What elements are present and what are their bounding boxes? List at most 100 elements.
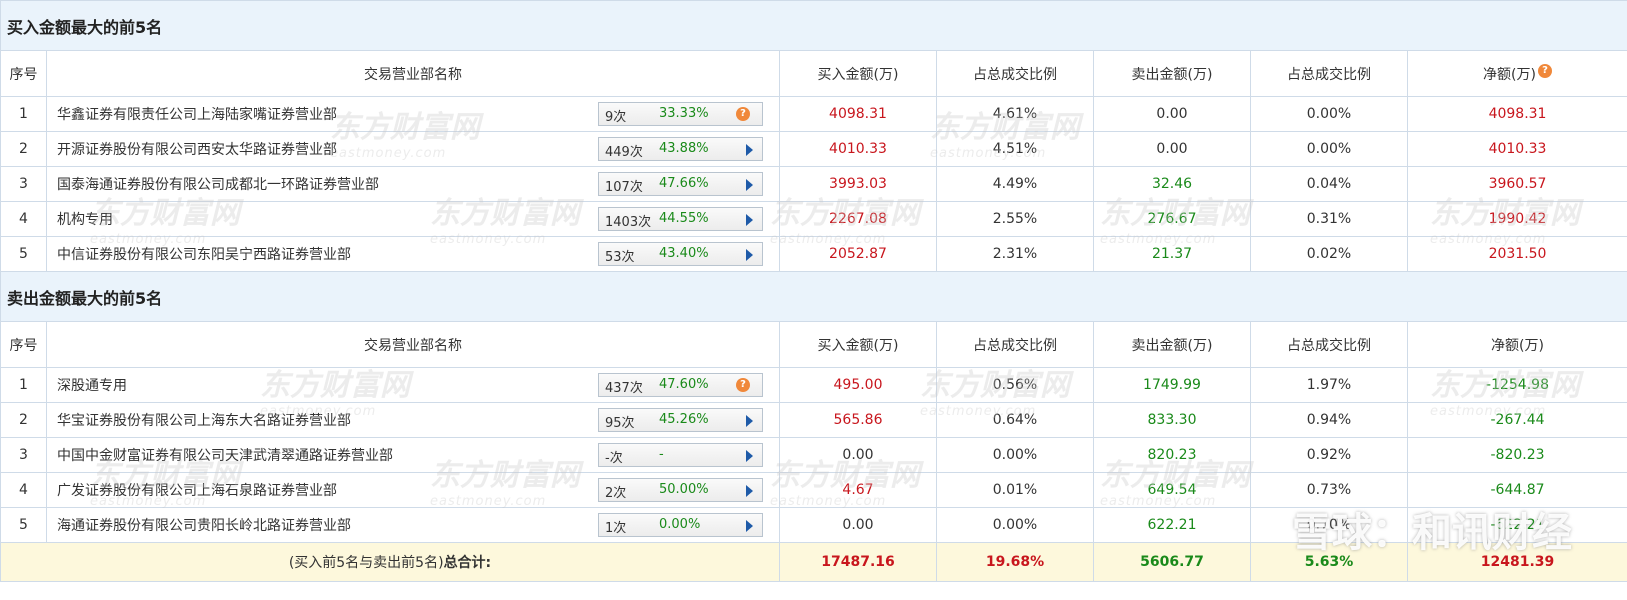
row-seq: 4 bbox=[0, 201, 47, 237]
question-icon[interactable]: ? bbox=[736, 378, 750, 392]
listing-count: 53次 bbox=[605, 250, 635, 265]
column-header: 占总成交比例 bbox=[1250, 50, 1408, 97]
total-buy: 17487.16 bbox=[779, 542, 937, 582]
column-header: 序号 bbox=[0, 50, 47, 97]
table-row: 4 机构专用 1403次 44.55% 2267.08 2.55% 276.67 0.31% 1… bbox=[0, 201, 1627, 237]
branch-stat-button[interactable]: 9次 33.33%? bbox=[598, 102, 763, 126]
branch-name-cell: 机构专用 1403次 44.55% bbox=[46, 201, 780, 237]
column-header: 占总成交比例 bbox=[1250, 321, 1408, 368]
section-title-row: 买入金额最大的前5名 bbox=[0, 0, 1627, 51]
branch-name-cell: 华鑫证券有限责任公司上海陆家嘴证券营业部 9次 33.33%? bbox=[46, 96, 780, 132]
branch-name-link[interactable]: 广发证券股份有限公司上海石泉路证券营业部 bbox=[53, 480, 337, 500]
branch-name-link[interactable]: 中国中金财富证券有限公司天津武清翠通路证券营业部 bbox=[53, 445, 393, 465]
expand-arrow-icon[interactable] bbox=[746, 415, 753, 427]
buy-amount: 0.00 bbox=[779, 437, 937, 473]
buy-ratio: 0.01% bbox=[936, 472, 1094, 508]
column-header: 卖出金额(万) bbox=[1093, 321, 1251, 368]
success-rate: 33.33% bbox=[659, 106, 709, 121]
branch-stat-button[interactable]: 449次 43.88% bbox=[598, 137, 763, 161]
success-rate: 44.55% bbox=[659, 211, 709, 226]
column-header: 交易营业部名称 bbox=[46, 321, 780, 368]
table-row: 3 国泰海通证券股份有限公司成都北一环路证券营业部 107次 47.66% 3993.0… bbox=[0, 166, 1627, 202]
lhb-table: 买入金额最大的前5名 序号 交易营业部名称 买入金额(万) 占总成交比例 卖出金额(万) 占… bbox=[0, 0, 1627, 582]
table-row: 1 华鑫证券有限责任公司上海陆家嘴证券营业部 9次 33.33%? 4098.31 4.6… bbox=[0, 96, 1627, 132]
net-amount: -622.21 bbox=[1406, 507, 1627, 543]
buy-amount: 4.67 bbox=[779, 472, 937, 508]
sell-amount: 1749.99 bbox=[1093, 367, 1251, 403]
listing-count: 2次 bbox=[605, 486, 627, 501]
buy-amount: 4098.31 bbox=[779, 96, 937, 132]
branch-stat-button[interactable]: 95次 45.26% bbox=[598, 408, 763, 432]
question-icon[interactable]: ? bbox=[736, 107, 750, 121]
buy-ratio: 2.31% bbox=[936, 236, 1094, 272]
sell-amount: 833.30 bbox=[1093, 402, 1251, 438]
net-amount: 2031.50 bbox=[1406, 236, 1627, 272]
branch-stat-button[interactable]: 53次 43.40% bbox=[598, 242, 763, 266]
branch-name-link[interactable]: 开源证券股份有限公司西安太华路证券营业部 bbox=[53, 139, 337, 159]
net-amount: 4098.31 bbox=[1406, 96, 1627, 132]
listing-count: 1次 bbox=[605, 521, 627, 536]
success-rate: 47.66% bbox=[659, 176, 709, 191]
row-seq: 2 bbox=[0, 131, 47, 167]
column-header-row: 序号 交易营业部名称 买入金额(万) 占总成交比例 卖出金额(万) 占总成交比例 净额(万) bbox=[0, 321, 1627, 368]
column-header: 交易营业部名称 bbox=[46, 50, 780, 97]
sell-amount: 649.54 bbox=[1093, 472, 1251, 508]
net-amount: -820.23 bbox=[1406, 437, 1627, 473]
branch-name-link[interactable]: 华鑫证券有限责任公司上海陆家嘴证券营业部 bbox=[53, 104, 337, 124]
sell-section: 卖出金额最大的前5名 序号 交易营业部名称 买入金额(万) 占总成交比例 卖出金额(万) 占… bbox=[0, 271, 1627, 543]
column-header: 买入金额(万) bbox=[779, 50, 937, 97]
listing-count: 1403次 bbox=[605, 215, 652, 230]
listing-count: -次 bbox=[605, 451, 623, 466]
total-sell: 5606.77 bbox=[1093, 542, 1251, 582]
branch-name-cell: 深股通专用 437次 47.60%? bbox=[46, 367, 780, 403]
question-icon[interactable]: ? bbox=[1537, 63, 1552, 78]
sell-amount: 0.00 bbox=[1093, 96, 1251, 132]
sell-ratio: 1.97% bbox=[1250, 367, 1408, 403]
net-amount: 4010.33 bbox=[1406, 131, 1627, 167]
expand-arrow-icon[interactable] bbox=[746, 485, 753, 497]
net-amount: 3960.57 bbox=[1406, 166, 1627, 202]
buy-amount: 2052.87 bbox=[779, 236, 937, 272]
branch-name-link[interactable]: 深股通专用 bbox=[53, 375, 127, 395]
column-header: 占总成交比例 bbox=[936, 321, 1094, 368]
row-seq: 5 bbox=[0, 507, 47, 543]
branch-stat-button[interactable]: 1403次 44.55% bbox=[598, 207, 763, 231]
column-header: 净额(万)? bbox=[1406, 50, 1627, 97]
branch-stat-button[interactable]: 1次 0.00% bbox=[598, 513, 763, 537]
row-seq: 5 bbox=[0, 236, 47, 272]
expand-arrow-icon[interactable] bbox=[746, 249, 753, 261]
expand-arrow-icon[interactable] bbox=[746, 450, 753, 462]
branch-stat-button[interactable]: -次 - bbox=[598, 443, 763, 467]
expand-arrow-icon[interactable] bbox=[746, 144, 753, 156]
table-row: 5 海通证券股份有限公司贵阳长岭北路证券营业部 1次 0.00% 0.00 0.00% 62… bbox=[0, 507, 1627, 543]
listing-count: 95次 bbox=[605, 416, 635, 431]
branch-name-link[interactable]: 国泰海通证券股份有限公司成都北一环路证券营业部 bbox=[53, 174, 379, 194]
success-rate: 50.00% bbox=[659, 482, 709, 497]
success-rate: 47.60% bbox=[659, 377, 709, 392]
column-header: 买入金额(万) bbox=[779, 321, 937, 368]
buy-amount: 4010.33 bbox=[779, 131, 937, 167]
buy-ratio: 0.56% bbox=[936, 367, 1094, 403]
expand-arrow-icon[interactable] bbox=[746, 179, 753, 191]
branch-name-link[interactable]: 中信证券股份有限公司东阳吴宁西路证券营业部 bbox=[53, 244, 351, 264]
buy-amount: 0.00 bbox=[779, 507, 937, 543]
expand-arrow-icon[interactable] bbox=[746, 520, 753, 532]
branch-stat-button[interactable]: 437次 47.60%? bbox=[598, 373, 763, 397]
row-seq: 1 bbox=[0, 367, 47, 403]
section-title-row: 卖出金额最大的前5名 bbox=[0, 271, 1627, 322]
net-amount: -267.44 bbox=[1406, 402, 1627, 438]
branch-name-cell: 华宝证券股份有限公司上海东大名路证券营业部 95次 45.26% bbox=[46, 402, 780, 438]
total-net: 12481.39 bbox=[1406, 542, 1627, 582]
table-row: 1 深股通专用 437次 47.60%? 495.00 0.56% 1749.99 1.97%… bbox=[0, 367, 1627, 403]
total-buy-pct: 19.68% bbox=[936, 542, 1094, 582]
branch-stat-button[interactable]: 2次 50.00% bbox=[598, 478, 763, 502]
branch-name-link[interactable]: 海通证券股份有限公司贵阳长岭北路证券营业部 bbox=[53, 515, 351, 535]
expand-arrow-icon[interactable] bbox=[746, 214, 753, 226]
sell-amount: 21.37 bbox=[1093, 236, 1251, 272]
branch-name-cell: 国泰海通证券股份有限公司成都北一环路证券营业部 107次 47.66% bbox=[46, 166, 780, 202]
branch-stat-button[interactable]: 107次 47.66% bbox=[598, 172, 763, 196]
branch-name-link[interactable]: 华宝证券股份有限公司上海东大名路证券营业部 bbox=[53, 410, 351, 430]
table-row: 2 开源证券股份有限公司西安太华路证券营业部 449次 43.88% 4010.33 4.… bbox=[0, 131, 1627, 167]
branch-name-link[interactable]: 机构专用 bbox=[53, 209, 113, 229]
sell-amount: 32.46 bbox=[1093, 166, 1251, 202]
